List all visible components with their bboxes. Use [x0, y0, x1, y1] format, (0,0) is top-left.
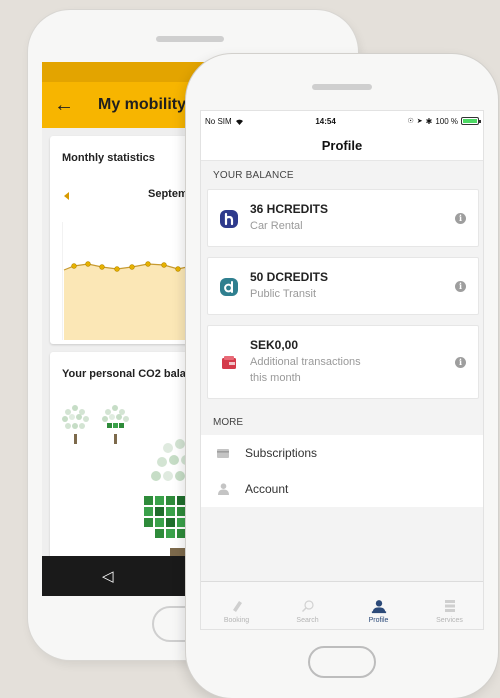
- profile-icon: [371, 598, 387, 614]
- balance-label: Additional transactions: [250, 356, 361, 368]
- user-icon: [217, 483, 229, 495]
- balance-amount: SEK0,00: [250, 338, 299, 352]
- front-phone: No SIM 14:54 ☉ ➤ ✱ 100 % Profile YOUR BA…: [186, 54, 498, 698]
- tab-search[interactable]: Search: [272, 582, 343, 629]
- small-tree-icon: [62, 405, 89, 444]
- tab-label: Search: [296, 617, 319, 624]
- month-label: Septem: [148, 188, 188, 200]
- profile-content: YOUR BALANCE 36 HCREDITS Car Rental i 50: [201, 161, 483, 583]
- balance-card-dcredits[interactable]: 50 DCREDITS Public Transit i: [207, 257, 479, 315]
- chart-point: [175, 266, 181, 272]
- battery-percent: 100 %: [435, 116, 458, 126]
- tab-bar: Booking Search Profile Services: [201, 581, 483, 629]
- chart-point: [85, 261, 91, 267]
- chart-point: [114, 266, 120, 272]
- chart-point: [71, 263, 77, 269]
- info-icon[interactable]: i: [455, 357, 466, 368]
- balance-amount: 36 HCREDITS: [250, 202, 329, 216]
- monthly-statistics-title: Monthly statistics: [62, 152, 155, 164]
- tab-booking[interactable]: Booking: [201, 582, 272, 629]
- wifi-icon: [235, 119, 243, 125]
- triangle-back-icon[interactable]: ◁: [102, 567, 114, 585]
- small-tree-icon: [102, 405, 129, 444]
- chart-point: [145, 261, 151, 267]
- chart-area: [64, 264, 187, 340]
- back-phone-speaker: [156, 36, 224, 42]
- page-title-bar: Profile: [201, 131, 483, 161]
- card-icon: [217, 447, 229, 459]
- tab-profile[interactable]: Profile: [343, 582, 414, 629]
- balance-section-header: YOUR BALANCE: [213, 170, 294, 181]
- location-icon: ☉: [407, 118, 414, 125]
- tab-label: Services: [436, 617, 463, 624]
- balance-label: Car Rental: [250, 220, 303, 232]
- search-icon: [300, 598, 316, 614]
- balance-amount: 50 DCREDITS: [250, 270, 329, 284]
- tab-label: Booking: [223, 617, 250, 624]
- tab-label: Profile: [368, 617, 389, 624]
- arrow-left-icon[interactable]: ←: [54, 95, 74, 115]
- menu-item-account[interactable]: Account: [201, 471, 483, 507]
- balance-label-line2: this month: [250, 372, 301, 384]
- tab-services[interactable]: Services: [414, 582, 483, 629]
- d-logo-icon: [220, 278, 238, 296]
- carrier-label: No SIM: [205, 116, 232, 126]
- balance-card-sek[interactable]: SEK0,00 Additional transactions this mon…: [207, 325, 479, 399]
- menu-item-label: Subscriptions: [245, 446, 318, 460]
- chart-point: [99, 264, 105, 270]
- chart-point: [161, 262, 167, 268]
- h-logo-icon: [220, 210, 238, 228]
- more-section-header: MORE: [213, 417, 243, 428]
- menu-item-label: Account: [245, 482, 289, 496]
- info-icon[interactable]: i: [455, 281, 466, 292]
- balance-label: Public Transit: [250, 288, 317, 300]
- menu-item-subscriptions[interactable]: Subscriptions: [201, 435, 483, 471]
- wallet-icon: [222, 356, 236, 369]
- front-phone-speaker: [312, 84, 372, 90]
- battery-icon: [461, 117, 481, 125]
- chart-point: [129, 264, 135, 270]
- status-time: 14:54: [315, 116, 336, 126]
- home-button[interactable]: [308, 646, 376, 678]
- info-icon[interactable]: i: [455, 213, 466, 224]
- mobility-title: My mobility: [98, 96, 187, 113]
- previous-month-icon[interactable]: [64, 192, 69, 200]
- status-left: No SIM: [205, 117, 244, 126]
- status-right: ☉ ➤ ✱ 100 %: [407, 116, 481, 126]
- bluetooth-icon: ✱: [425, 116, 433, 126]
- list-icon: [442, 598, 458, 614]
- navigation-arrow-icon: ➤: [416, 118, 423, 125]
- co2-balance-title: Your personal CO2 bala: [62, 368, 186, 380]
- ios-status-bar: No SIM 14:54 ☉ ➤ ✱ 100 %: [201, 111, 483, 131]
- ticket-icon: [229, 598, 245, 614]
- page-title: Profile: [321, 138, 363, 153]
- balance-card-hcredits[interactable]: 36 HCREDITS Car Rental i: [207, 189, 479, 247]
- profile-screen: No SIM 14:54 ☉ ➤ ✱ 100 % Profile YOUR BA…: [200, 110, 484, 630]
